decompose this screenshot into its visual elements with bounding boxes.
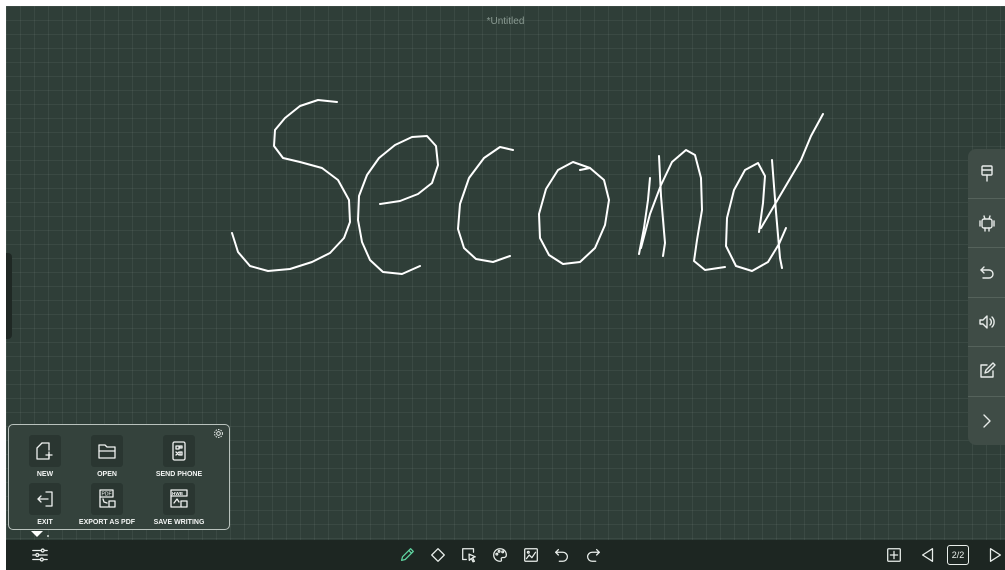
palette-icon xyxy=(493,548,507,562)
menu-dot xyxy=(47,535,49,537)
hwb-icon: HWB xyxy=(170,489,188,508)
send-phone-button[interactable]: SEND PHONE xyxy=(144,435,214,478)
eraser-tool-button[interactable] xyxy=(427,544,449,566)
eraser-icon xyxy=(431,548,445,562)
new-label: NEW xyxy=(36,471,54,478)
add-page-icon xyxy=(887,548,901,562)
svg-text:HWB: HWB xyxy=(172,491,184,496)
background-tool-button[interactable] xyxy=(520,544,542,566)
annotate-icon xyxy=(979,362,996,378)
menu-button[interactable] xyxy=(29,544,51,566)
svg-text:PDF: PDF xyxy=(102,492,112,498)
qr-phone-icon xyxy=(172,441,186,461)
android-icon xyxy=(978,215,995,232)
side-panel xyxy=(968,149,1005,445)
back-icon xyxy=(979,266,994,279)
sliders-icon xyxy=(32,548,48,562)
bottom-toolbar xyxy=(6,540,1005,570)
android-button[interactable] xyxy=(968,199,1005,248)
select-tool-button[interactable] xyxy=(458,544,480,566)
save-writing-label: SAVE WRITING xyxy=(153,519,205,526)
menu-pointer xyxy=(31,531,43,537)
select-icon xyxy=(462,548,476,563)
open-label: OPEN xyxy=(97,471,117,478)
pdf-icon: PDF xyxy=(99,489,116,508)
new-button[interactable]: NEW xyxy=(10,435,80,478)
folder-icon xyxy=(98,444,116,459)
exit-icon xyxy=(37,491,53,507)
back-button[interactable] xyxy=(968,248,1005,298)
volume-button[interactable] xyxy=(968,298,1005,347)
undo-icon xyxy=(555,548,569,562)
annotate-button[interactable] xyxy=(968,347,1005,397)
prev-page-button[interactable] xyxy=(917,544,939,566)
page-indicator[interactable]: 2/2 xyxy=(947,545,969,565)
redo-icon xyxy=(586,548,600,562)
palette-tool-button[interactable] xyxy=(489,544,511,566)
redo-button[interactable] xyxy=(582,544,604,566)
pin-icon xyxy=(980,165,993,182)
save-writing-button[interactable]: HWB SAVE WRITING xyxy=(144,483,214,526)
send-phone-label: SEND PHONE xyxy=(155,471,203,478)
undo-button[interactable] xyxy=(551,544,573,566)
next-page-icon xyxy=(989,548,1002,562)
new-file-icon xyxy=(36,442,53,460)
gear-icon[interactable] xyxy=(213,428,224,439)
next-page-button[interactable] xyxy=(984,544,1005,566)
add-page-button[interactable] xyxy=(883,544,905,566)
pen-icon xyxy=(400,548,414,562)
pen-tool-button[interactable] xyxy=(396,544,418,566)
volume-icon xyxy=(978,315,995,329)
exit-label: EXIT xyxy=(37,519,53,526)
export-pdf-label: EXPORT AS PDF xyxy=(78,519,136,526)
exit-button[interactable]: EXIT xyxy=(10,483,80,526)
open-button[interactable]: OPEN xyxy=(72,435,142,478)
pin-button[interactable] xyxy=(968,149,1005,199)
prev-page-icon xyxy=(921,548,934,562)
export-pdf-button[interactable]: PDF EXPORT AS PDF xyxy=(72,483,142,526)
collapse-panel-button[interactable] xyxy=(968,397,1005,446)
file-menu: NEW OPEN SEND PHONE EXIT PDF EXPORT AS P… xyxy=(8,424,230,530)
background-icon xyxy=(524,548,538,562)
chevron-right-icon xyxy=(982,414,991,428)
